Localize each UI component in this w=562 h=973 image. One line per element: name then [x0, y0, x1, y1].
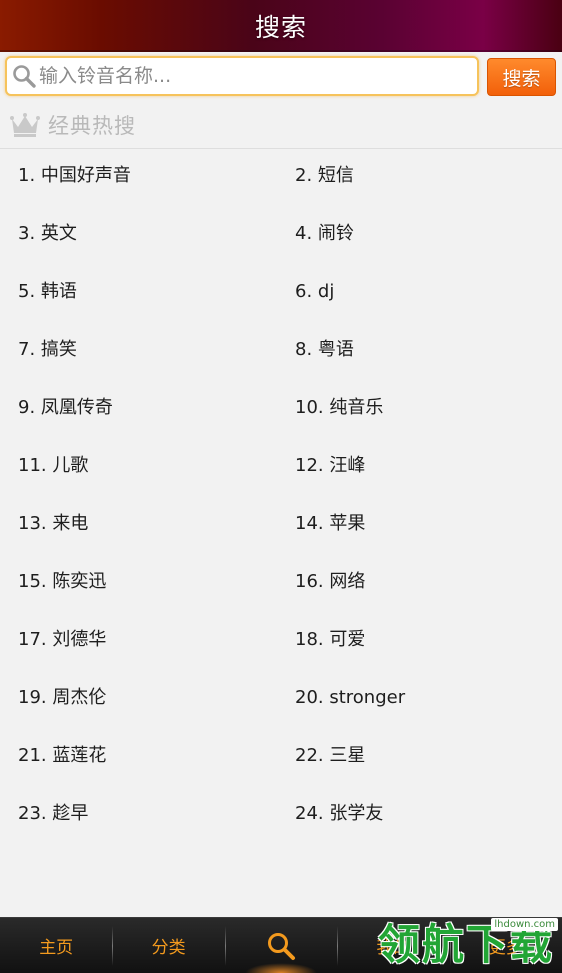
hot-search-item[interactable]: 14. 苹果 [295, 498, 365, 550]
search-icon [267, 932, 295, 960]
tab-mine-label: 我的 [376, 938, 411, 958]
hot-search-item[interactable]: 11. 儿歌 [18, 440, 88, 492]
hot-search-item[interactable]: 3. 英文 [18, 208, 77, 260]
tab-home-label: 主页 [39, 938, 74, 958]
search-icon [13, 65, 36, 88]
hot-search-item[interactable]: 9. 凤凰传奇 [18, 382, 113, 434]
hot-search-item[interactable]: 4. 闹铃 [295, 208, 354, 260]
hot-search-item[interactable]: 8. 粤语 [295, 324, 354, 376]
hot-search-item[interactable]: 17. 刘德华 [18, 614, 106, 666]
tab-divider [112, 926, 114, 966]
hot-search-item[interactable]: 13. 来电 [18, 498, 88, 550]
hot-search-item[interactable]: 22. 三星 [295, 730, 365, 782]
tab-more[interactable]: 更多 [449, 918, 562, 973]
hot-search-item[interactable]: 20. stronger [295, 672, 405, 724]
hot-search-item[interactable]: 2. 短信 [295, 150, 354, 202]
search-button[interactable]: 搜索 [487, 58, 556, 96]
hot-search-item[interactable]: 5. 韩语 [18, 266, 77, 318]
tab-category[interactable]: 分类 [112, 918, 224, 973]
search-input[interactable] [39, 65, 459, 87]
tab-home[interactable]: 主页 [0, 918, 112, 973]
tab-mine[interactable]: 我的 [337, 918, 449, 973]
hot-search-item[interactable]: 12. 汪峰 [295, 440, 365, 492]
tab-divider [224, 926, 226, 966]
hot-search-item[interactable]: 10. 纯音乐 [295, 382, 383, 434]
tab-category-label: 分类 [151, 938, 186, 958]
hot-search-item[interactable]: 23. 趁早 [18, 788, 88, 840]
hot-search-item[interactable]: 21. 蓝莲花 [18, 730, 106, 782]
tab-divider [337, 926, 339, 966]
tab-more-label: 更多 [488, 938, 523, 958]
hot-search-item[interactable]: 16. 网络 [295, 556, 365, 608]
bottom-nav: 主页 分类 我的 更多 [0, 917, 562, 973]
tab-search[interactable] [224, 918, 337, 973]
page-title: 搜索 [254, 13, 307, 42]
title-bar: 搜索 [0, 0, 562, 52]
hot-search-item[interactable]: 6. dj [295, 266, 334, 318]
hot-search-item[interactable]: 1. 中国好声音 [18, 150, 131, 202]
search-field[interactable] [5, 56, 479, 96]
hot-search-header: 经典热搜 [0, 102, 562, 149]
hot-search-title: 经典热搜 [48, 114, 136, 138]
crown-icon [10, 113, 40, 137]
hot-search-item[interactable]: 19. 周杰伦 [18, 672, 106, 724]
tab-divider [449, 926, 451, 966]
hot-search-item[interactable]: 24. 张学友 [295, 788, 383, 840]
hot-search-item[interactable]: 15. 陈奕迅 [18, 556, 106, 608]
hot-search-item[interactable]: 18. 可爱 [295, 614, 365, 666]
hot-search-item[interactable]: 7. 搞笑 [18, 324, 77, 376]
search-bar: 搜索 [0, 52, 562, 102]
